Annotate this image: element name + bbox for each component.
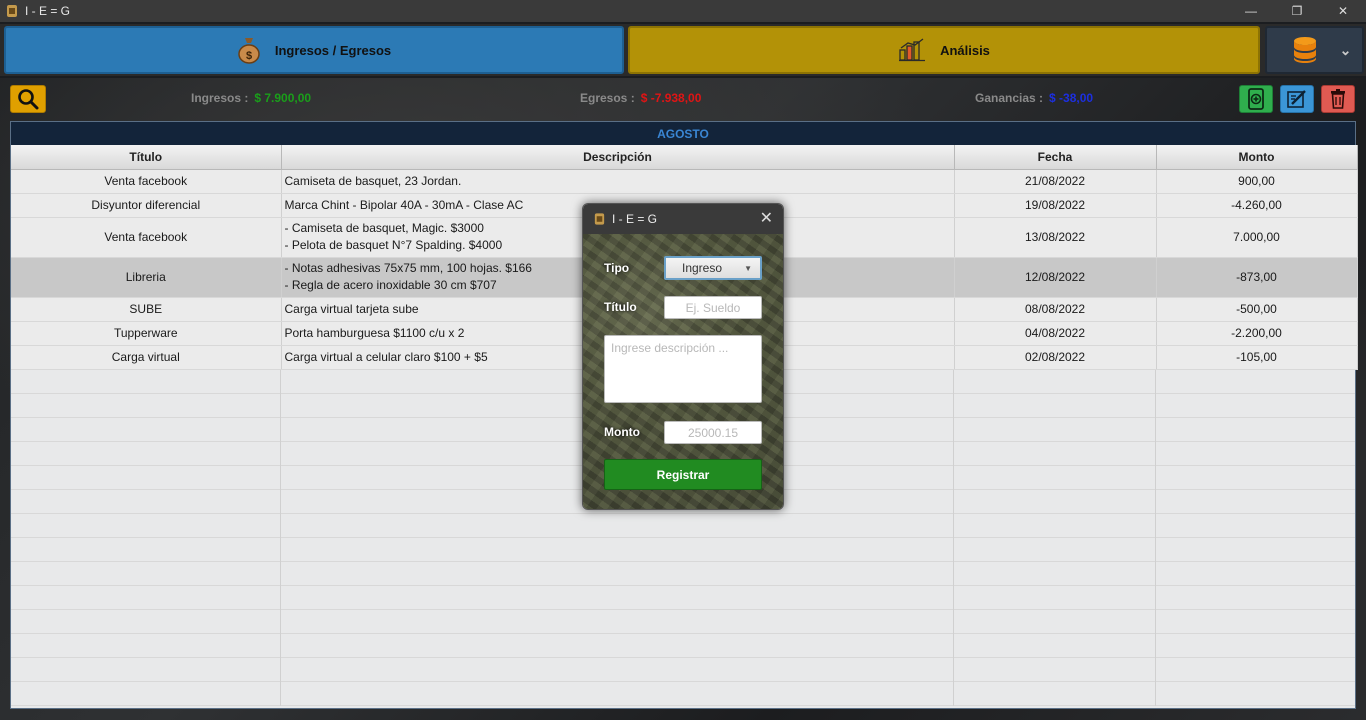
cell-monto: -105,00 xyxy=(1156,345,1358,370)
ingresos-value: $ 7.900,00 xyxy=(254,91,312,105)
description-line: Camiseta de basquet, 23 Jordan. xyxy=(284,173,462,188)
empty-table-row xyxy=(11,634,1355,658)
column-header-fecha[interactable]: Fecha xyxy=(954,145,1157,170)
column-header-monto[interactable]: Monto xyxy=(1156,145,1358,170)
cell-fecha: 04/08/2022 xyxy=(954,321,1157,346)
tipo-select[interactable]: Ingreso ▼ xyxy=(664,256,762,280)
window-title: I - E = G xyxy=(25,4,71,18)
cell-titulo: SUBE xyxy=(11,297,282,322)
window-titlebar: I - E = G — ❐ ✕ xyxy=(0,0,1366,22)
column-header-descripcion[interactable]: Descripción xyxy=(281,145,955,170)
column-divider xyxy=(11,658,1156,682)
add-document-icon xyxy=(1248,88,1264,110)
cell-monto: -500,00 xyxy=(1156,297,1358,322)
top-navigation: $ Ingresos / Egresos Análisis ⌄ xyxy=(0,24,1366,76)
column-divider xyxy=(11,586,1156,610)
dialog-title: I - E = G xyxy=(612,212,658,226)
column-divider xyxy=(11,682,1156,706)
month-header: AGOSTO xyxy=(11,122,1355,145)
ganancias-label: Ganancias : xyxy=(975,91,1044,105)
empty-table-row xyxy=(11,682,1355,706)
registrar-button[interactable]: Registrar xyxy=(604,459,762,490)
cell-fecha: 19/08/2022 xyxy=(954,193,1157,218)
monto-label: Monto xyxy=(604,425,640,439)
dialog-titlebar: I - E = G ✕ xyxy=(583,204,783,234)
search-icon xyxy=(18,89,39,110)
monto-input[interactable] xyxy=(664,421,762,444)
egresos-value: $ -7.938,00 xyxy=(640,91,702,105)
empty-table-row xyxy=(11,586,1355,610)
dialog-body: Tipo Ingreso ▼ Título Monto Registrar xyxy=(583,234,783,509)
cell-fecha: 08/08/2022 xyxy=(954,297,1157,322)
cell-titulo: Venta facebook xyxy=(11,217,282,258)
database-menu-button[interactable]: ⌄ xyxy=(1265,26,1364,74)
svg-text:$: $ xyxy=(246,50,252,62)
table-row[interactable]: Venta facebook Camiseta de basquet, 23 J… xyxy=(11,169,1358,194)
trash-icon xyxy=(1331,89,1345,109)
cell-titulo: Venta facebook xyxy=(11,169,282,194)
edit-icon xyxy=(1287,90,1306,108)
analisis-label: Análisis xyxy=(940,42,990,58)
empty-table-row xyxy=(11,538,1355,562)
summary-bar: Ingresos : $ 7.900,00 Egresos : $ -7.938,0… xyxy=(0,84,1366,114)
titulo-label: Título xyxy=(604,300,637,314)
table-header-row: Título Descripción Fecha Monto xyxy=(11,145,1358,170)
money-bag-icon xyxy=(594,213,605,225)
edit-record-button[interactable] xyxy=(1280,85,1314,113)
cell-monto: -2.200,00 xyxy=(1156,321,1358,346)
ingresos-egresos-button[interactable]: $ Ingresos / Egresos xyxy=(4,26,624,74)
cell-titulo: Tupperware xyxy=(11,321,282,346)
new-record-dialog: I - E = G ✕ Tipo Ingreso ▼ Título Monto … xyxy=(582,203,784,510)
add-record-button[interactable] xyxy=(1239,85,1273,113)
empty-table-row xyxy=(11,610,1355,634)
cell-monto: -873,00 xyxy=(1156,257,1358,298)
ingresos-summary: Ingresos : $ 7.900,00 xyxy=(191,91,311,105)
ingresos-label: Ingresos : xyxy=(191,91,249,105)
tipo-selected-value: Ingreso xyxy=(682,261,723,275)
ganancias-summary: Ganancias : $ -38,00 xyxy=(975,91,1093,105)
cell-titulo: Disyuntor diferencial xyxy=(11,193,282,218)
money-bag-icon xyxy=(7,5,17,17)
cell-fecha: 02/08/2022 xyxy=(954,345,1157,370)
money-bag-icon: $ xyxy=(238,38,260,64)
cell-fecha: 12/08/2022 xyxy=(954,257,1157,298)
ingresos-egresos-label: Ingresos / Egresos xyxy=(274,42,392,58)
cell-titulo: Libreria xyxy=(11,257,282,298)
empty-table-row xyxy=(11,562,1355,586)
database-icon xyxy=(1293,37,1316,63)
column-header-titulo[interactable]: Título xyxy=(11,145,282,170)
cell-titulo: Carga virtual xyxy=(11,345,282,370)
column-divider xyxy=(11,634,1156,658)
column-divider xyxy=(11,538,1156,562)
cell-descripcion: Camiseta de basquet, 23 Jordan. xyxy=(281,169,955,194)
column-divider xyxy=(11,610,1156,634)
tipo-label: Tipo xyxy=(604,261,630,275)
titulo-input[interactable] xyxy=(664,296,762,319)
empty-table-row xyxy=(11,514,1355,538)
cell-monto: 900,00 xyxy=(1156,169,1358,194)
dropdown-caret-icon: ▼ xyxy=(744,263,752,273)
chevron-down-icon: ⌄ xyxy=(1339,41,1352,58)
search-button[interactable] xyxy=(10,85,46,113)
column-divider xyxy=(11,514,1156,538)
cell-fecha: 13/08/2022 xyxy=(954,217,1157,258)
empty-table-row xyxy=(11,658,1355,682)
egresos-summary: Egresos : $ -7.938,00 xyxy=(580,91,701,105)
restore-button[interactable]: ❐ xyxy=(1274,0,1320,22)
ganancias-value: $ -38,00 xyxy=(1049,91,1094,105)
cell-fecha: 21/08/2022 xyxy=(954,169,1157,194)
descripcion-textarea[interactable] xyxy=(604,335,762,403)
cell-monto: -4.260,00 xyxy=(1156,193,1358,218)
close-window-button[interactable]: ✕ xyxy=(1320,0,1366,22)
cell-monto: 7.000,00 xyxy=(1156,217,1358,258)
delete-record-button[interactable] xyxy=(1321,85,1355,113)
column-divider xyxy=(11,562,1156,586)
minimize-button[interactable]: — xyxy=(1228,0,1274,22)
egresos-label: Egresos : xyxy=(580,91,635,105)
dialog-close-button[interactable]: ✕ xyxy=(760,211,773,227)
bar-chart-icon xyxy=(899,38,926,62)
analisis-button[interactable]: Análisis xyxy=(628,26,1260,74)
